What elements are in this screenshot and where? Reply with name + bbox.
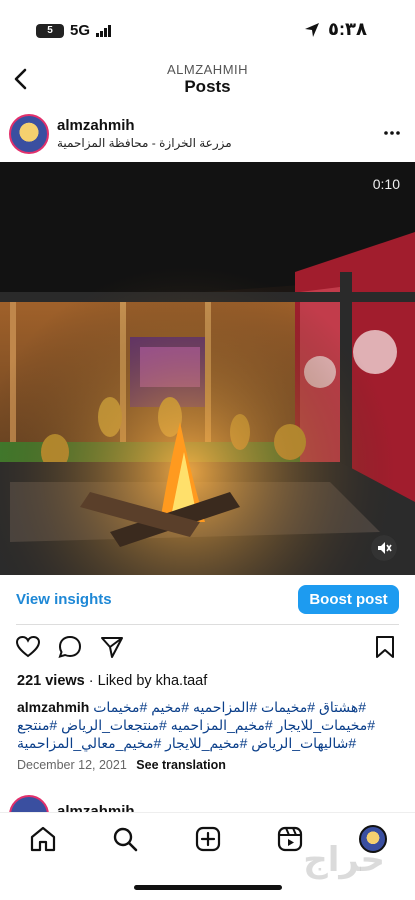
see-translation-link[interactable]: See translation bbox=[136, 758, 226, 772]
network-label: 5G bbox=[70, 22, 91, 39]
status-left: 5 5G bbox=[36, 22, 112, 39]
bookmark-icon[interactable] bbox=[372, 634, 398, 660]
views-separator: · bbox=[88, 673, 98, 689]
plus-square-icon[interactable] bbox=[194, 825, 222, 853]
post-username[interactable]: almzahmih bbox=[57, 117, 135, 134]
battery-level: 5 bbox=[47, 25, 53, 36]
views-row: 221 views · Liked by kha.taaf bbox=[17, 673, 207, 689]
status-bar: 5 5G ٥:٣٨ bbox=[0, 0, 415, 56]
caption: almzahmih #هشتاق #مخيمات #المزاحميه #مخي… bbox=[17, 698, 397, 752]
caption-hashtags-line-1[interactable]: #هشتاق #مخيمات #المزاحميه #مخيم #مخيمات bbox=[93, 699, 366, 715]
post-actions bbox=[0, 634, 415, 664]
video-time: 0:10 bbox=[372, 176, 400, 192]
post-location[interactable]: مزرعة الخرازة - محافظة المزاحمية bbox=[57, 136, 232, 150]
caption-hashtags-line-2[interactable]: #مخيمات_للايجار #مخيم_المزاحميه #منتجعات… bbox=[17, 716, 397, 734]
battery-icon: 5 bbox=[36, 23, 64, 38]
home-icon[interactable] bbox=[29, 825, 57, 853]
boost-post-button[interactable]: Boost post bbox=[298, 585, 399, 614]
home-indicator bbox=[134, 885, 282, 890]
caption-hashtags-line-3[interactable]: #شاليهات_الرياض #مخيم_للايجار #مخيم_معال… bbox=[17, 734, 397, 752]
video-frame bbox=[0, 162, 415, 575]
caption-username[interactable]: almzahmih bbox=[17, 699, 89, 715]
view-insights-link[interactable]: View insights bbox=[16, 591, 112, 608]
post-date: December 12, 2021 bbox=[17, 758, 127, 772]
post-date-row: December 12, 2021 See translation bbox=[17, 758, 226, 772]
post-header: almzahmih مزرعة الخرازة - محافظة المزاحم… bbox=[0, 108, 415, 162]
comment-icon[interactable] bbox=[57, 634, 83, 660]
speaker-muted-icon[interactable] bbox=[371, 535, 397, 561]
page-title: Posts bbox=[184, 77, 231, 96]
send-icon[interactable] bbox=[99, 634, 125, 660]
account-name: ALMZAHMIH bbox=[166, 62, 249, 77]
search-icon[interactable] bbox=[111, 825, 139, 853]
post-video[interactable]: 0:10 bbox=[0, 162, 415, 575]
insights-row: View insights Boost post bbox=[0, 585, 415, 619]
top-header: ALMZAHMIH Posts bbox=[0, 56, 415, 102]
divider bbox=[16, 624, 399, 625]
reels-icon[interactable] bbox=[276, 825, 304, 853]
status-time: ٥:٣٨ bbox=[328, 19, 367, 39]
avatar[interactable] bbox=[9, 114, 49, 154]
views-count[interactable]: 221 views bbox=[17, 673, 85, 689]
heart-icon[interactable] bbox=[15, 634, 41, 660]
haraj-watermark: حراج bbox=[303, 841, 385, 879]
bottom-tab-bar: حراج bbox=[0, 812, 415, 900]
liked-by[interactable]: Liked by kha.taaf bbox=[98, 673, 208, 689]
location-arrow-icon bbox=[305, 22, 320, 37]
more-horizontal-icon[interactable] bbox=[383, 124, 401, 142]
signal-icon bbox=[96, 24, 112, 37]
status-right: ٥:٣٨ bbox=[304, 19, 367, 40]
